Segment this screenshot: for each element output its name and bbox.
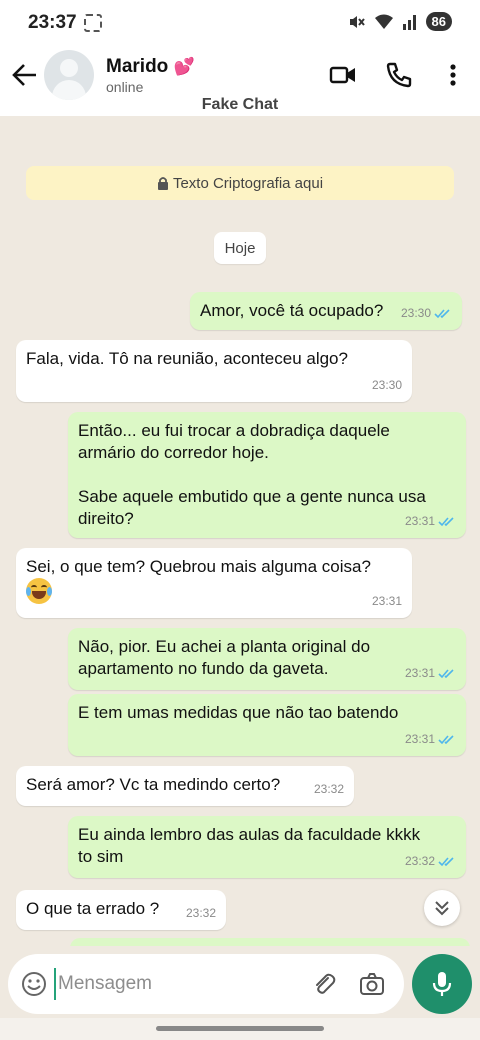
message-bubble-incoming[interactable]: Será amor? Vc ta medindo certo? 23:32 xyxy=(16,766,354,806)
message-meta: 23:30 xyxy=(372,374,402,396)
message-bubble-incoming[interactable]: O que ta errado ? 23:32 xyxy=(16,890,226,930)
chat-header: Marido 💕 online Fake Chat xyxy=(0,46,480,116)
message-text: E tem umas medidas que não tao batendo xyxy=(78,703,399,722)
message-composer xyxy=(8,954,404,1014)
message-bubble-outgoing-partial[interactable] xyxy=(70,938,470,946)
double-check-icon xyxy=(438,516,454,526)
message-meta: 23:31 xyxy=(372,590,402,612)
emoji-icon[interactable] xyxy=(20,970,48,998)
message-time: 23:31 xyxy=(404,666,435,680)
message-time: 23:32 xyxy=(404,854,435,868)
message-text: Sei, o que tem? Quebrou mais alguma cois… xyxy=(26,557,371,576)
message-text: Então... eu fui trocar a dobradiça daque… xyxy=(78,421,426,528)
message-text: Amor, você tá ocupado? xyxy=(200,301,384,320)
message-bubble-outgoing[interactable]: E tem umas medidas que não tao batendo 2… xyxy=(68,694,466,756)
message-time: 23:31 xyxy=(404,514,435,528)
system-navigation-bar xyxy=(0,1018,480,1040)
double-check-icon xyxy=(438,856,454,866)
message-bubble-outgoing[interactable]: Amor, você tá ocupado? 23:30 xyxy=(190,292,462,330)
more-options-icon[interactable] xyxy=(438,60,468,90)
video-call-icon[interactable] xyxy=(328,60,358,90)
signal-icon xyxy=(402,14,416,30)
double-check-icon xyxy=(438,668,454,678)
message-time: 23:32 xyxy=(185,906,216,920)
message-text: O que ta errado ? xyxy=(26,899,160,918)
message-time: 23:30 xyxy=(400,306,431,320)
laughing-emoji-icon xyxy=(26,578,52,604)
back-arrow-icon[interactable] xyxy=(10,60,40,90)
status-bar: 23:37 86 xyxy=(0,0,480,46)
message-bubble-outgoing[interactable]: Não, pior. Eu achei a planta original do… xyxy=(68,628,466,690)
message-bubble-outgoing[interactable]: Então... eu fui trocar a dobradiça daque… xyxy=(68,412,466,538)
message-time: 23:31 xyxy=(371,594,402,608)
phone-call-icon[interactable] xyxy=(384,60,414,90)
message-text: Fala, vida. Tô na reunião, aconteceu alg… xyxy=(26,349,348,368)
camera-icon[interactable] xyxy=(358,970,386,998)
page-title: Fake Chat xyxy=(201,96,279,113)
status-icons: 86 xyxy=(348,12,452,31)
mute-icon xyxy=(349,15,365,28)
status-time: 23:37 xyxy=(28,12,77,33)
message-time: 23:32 xyxy=(313,782,344,796)
message-meta: 23:31 xyxy=(405,662,456,684)
double-check-icon xyxy=(438,734,454,744)
lock-icon xyxy=(157,177,168,190)
scroll-to-bottom-button[interactable] xyxy=(424,890,460,926)
encryption-notice[interactable]: Texto Criptografia aqui xyxy=(26,166,454,200)
contact-name[interactable]: Marido 💕 xyxy=(106,56,195,78)
encryption-text: Texto Criptografia aqui xyxy=(172,174,324,192)
message-meta: 23:32 xyxy=(405,850,456,872)
message-input[interactable] xyxy=(54,968,278,1000)
microphone-icon xyxy=(432,972,452,996)
message-text: Não, pior. Eu achei a planta original do… xyxy=(78,637,371,678)
message-bubble-incoming[interactable]: Fala, vida. Tô na reunião, aconteceu alg… xyxy=(16,340,412,402)
attach-icon[interactable] xyxy=(310,970,338,998)
message-text: Eu ainda lembro das aulas da faculdade k… xyxy=(78,825,421,866)
message-meta: 23:31 xyxy=(405,728,456,750)
message-time: 23:30 xyxy=(371,378,402,392)
chat-area[interactable]: Texto Criptografia aqui Hoje Amor, você … xyxy=(0,116,480,946)
wifi-icon xyxy=(374,14,393,29)
screen-record-icon xyxy=(84,14,102,32)
message-bubble-incoming[interactable]: Sei, o que tem? Quebrou mais alguma cois… xyxy=(16,548,412,618)
heart-emoji: 💕 xyxy=(173,57,195,76)
message-meta: 23:30 xyxy=(401,302,452,324)
double-chevron-down-icon xyxy=(435,901,449,916)
message-meta: 23:31 xyxy=(405,510,456,532)
message-meta: 23:32 xyxy=(314,778,344,800)
date-chip: Hoje xyxy=(214,232,266,264)
message-time: 23:31 xyxy=(404,732,435,746)
battery-indicator: 86 xyxy=(425,12,452,31)
home-indicator[interactable] xyxy=(156,1026,324,1031)
message-bubble-outgoing[interactable]: Eu ainda lembro das aulas da faculdade k… xyxy=(68,816,466,878)
contact-status: online xyxy=(106,79,144,95)
double-check-icon xyxy=(434,308,450,318)
message-text: Será amor? Vc ta medindo certo? xyxy=(26,775,281,794)
avatar[interactable] xyxy=(44,50,94,100)
message-meta: 23:32 xyxy=(186,902,216,924)
mic-button[interactable] xyxy=(412,954,472,1014)
